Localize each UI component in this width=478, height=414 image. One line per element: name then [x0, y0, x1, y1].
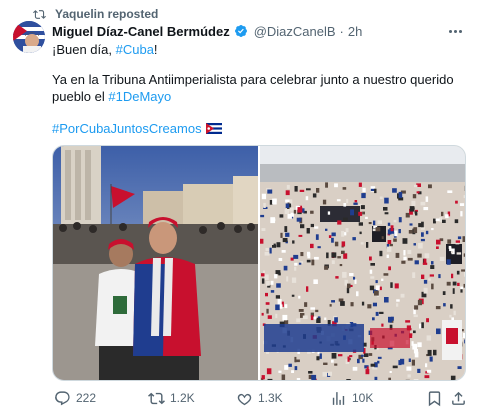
- hashtag-1demayo-link[interactable]: #1DeMayo: [108, 89, 171, 104]
- tweet-header: Miguel Díaz-Canel Bermúdez @DiazCanelB ·…: [52, 22, 362, 40]
- bookmark-button[interactable]: [426, 390, 443, 407]
- share-icon: [452, 391, 465, 405]
- timestamp[interactable]: 2h: [348, 24, 362, 39]
- greeting-text: ¡Buen día,: [52, 42, 116, 57]
- avatar[interactable]: [13, 21, 45, 53]
- action-bar: 222 1.2K 1.3K 10K: [52, 388, 466, 408]
- reply-button[interactable]: 222: [54, 390, 96, 407]
- separator-dot: ·: [339, 23, 344, 39]
- repost-text: Yaquelin reposted: [55, 7, 159, 21]
- like-count: 1.3K: [258, 391, 283, 405]
- more-options-icon[interactable]: [446, 23, 464, 39]
- tweet-text-line-1: ¡Buen día, #Cuba!: [52, 41, 158, 58]
- hashtag-cuba-link[interactable]: #Cuba: [116, 42, 154, 57]
- repost-button[interactable]: 1.2K: [148, 390, 195, 407]
- greeting-suffix: !: [153, 42, 158, 57]
- like-button[interactable]: 1.3K: [236, 390, 283, 407]
- cuba-flag-icon: [205, 123, 222, 134]
- tweet-text-line-4: #PorCubaJuntosCreamos: [52, 120, 222, 137]
- tweet-text-line-3: pueblo el #1DeMayo: [52, 88, 171, 105]
- share-button[interactable]: [450, 390, 467, 407]
- tweet-text-line-2: Ya en la Tribuna Antiimperialista para c…: [52, 72, 454, 87]
- crowd-photo[interactable]: [260, 146, 465, 380]
- author-handle[interactable]: @DiazCanelB: [254, 24, 336, 39]
- tweet-media[interactable]: [52, 145, 466, 381]
- repost-icon: [148, 392, 165, 404]
- reply-count: 222: [76, 391, 97, 405]
- reply-icon: [55, 390, 70, 405]
- verified-badge-icon: [234, 25, 247, 37]
- repost-count: 1.2K: [170, 391, 195, 405]
- heart-icon: [237, 393, 252, 405]
- author-name[interactable]: Miguel Díaz-Canel Bermúdez: [52, 24, 230, 39]
- hashtag-porcuba-link[interactable]: #PorCubaJuntosCreamos: [52, 120, 202, 137]
- views-count: 10K: [352, 391, 374, 405]
- bookmark-icon: [428, 390, 441, 406]
- couple-photo[interactable]: [53, 146, 258, 380]
- line3-text: pueblo el: [52, 89, 109, 104]
- repost-icon: [33, 9, 46, 19]
- views-chart-icon: [332, 391, 345, 405]
- views-button[interactable]: 10K: [330, 390, 373, 407]
- repost-indicator[interactable]: Yaquelin reposted: [33, 6, 158, 22]
